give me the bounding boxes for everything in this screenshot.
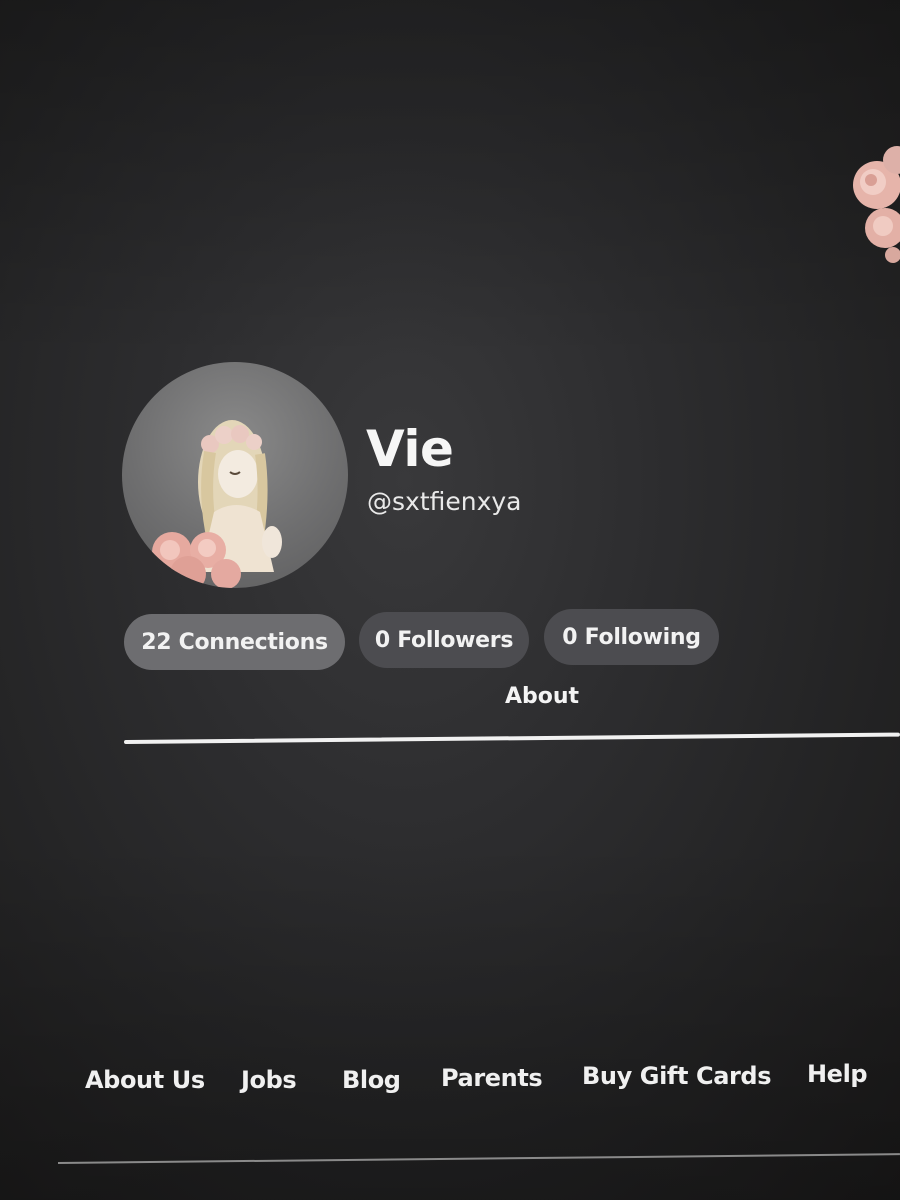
rose-decoration-icon bbox=[845, 130, 900, 270]
footer-link-about-us[interactable]: About Us bbox=[85, 1066, 205, 1094]
footer-divider bbox=[57, 1153, 900, 1164]
tab-about[interactable]: About bbox=[505, 684, 579, 709]
footer-link-help[interactable]: Help bbox=[807, 1060, 868, 1088]
followers-button[interactable]: 0 Followers bbox=[359, 612, 529, 668]
profile-avatar[interactable] bbox=[122, 362, 348, 588]
footer-nav: About Us Jobs Blog Parents Buy Gift Card… bbox=[0, 1060, 900, 1104]
avatar-character-icon bbox=[138, 420, 282, 588]
username: @sxtfienxya bbox=[367, 487, 522, 516]
tab-underline bbox=[123, 732, 900, 744]
following-button[interactable]: 0 Following bbox=[544, 609, 719, 665]
connections-button[interactable]: 22 Connections bbox=[124, 614, 345, 670]
screen-vignette bbox=[0, 0, 900, 1200]
footer-link-parents[interactable]: Parents bbox=[441, 1064, 543, 1092]
display-name: Vie bbox=[366, 420, 454, 478]
footer-link-blog[interactable]: Blog bbox=[342, 1066, 401, 1094]
footer-link-buy-gift-cards[interactable]: Buy Gift Cards bbox=[582, 1062, 771, 1090]
footer-link-jobs[interactable]: Jobs bbox=[241, 1066, 297, 1094]
